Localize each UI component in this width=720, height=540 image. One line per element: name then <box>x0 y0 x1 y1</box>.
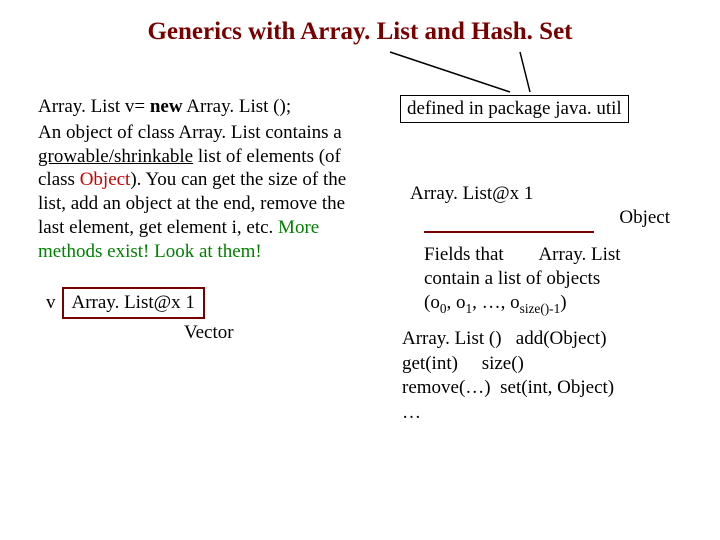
seq-mid: , …, o <box>472 292 520 313</box>
methods-list: Array. List () add(Object) get(int) size… <box>402 327 692 426</box>
seq-open: (o <box>424 292 440 313</box>
seq-c1: , o <box>446 292 465 313</box>
code-pre: Array. List v= <box>38 96 150 117</box>
divider-line <box>424 231 594 233</box>
method-get: get(int) <box>402 353 458 374</box>
pointer-arrows <box>380 42 640 102</box>
object-header: Array. List@x 1 <box>410 183 700 205</box>
code-keyword-new: new <box>150 96 183 117</box>
description-paragraph: An object of class Array. List contains … <box>38 121 348 264</box>
desc-object: Object <box>80 169 131 190</box>
methods-ellipsis: … <box>402 402 421 423</box>
variable-box-row: v Array. List@x 1 <box>38 287 348 319</box>
method-remove: remove(…) <box>402 377 491 398</box>
desc-underlined: growable/shrinkable <box>38 146 193 167</box>
variable-name: v <box>46 291 56 315</box>
desc-a: An object of class Array. List contains … <box>38 122 342 143</box>
method-size: size() <box>482 353 524 374</box>
sub-size: size()-1 <box>520 300 561 315</box>
method-ctor: Array. List () <box>402 328 502 349</box>
fields-description: Fields that Array. List contain a list o… <box>424 243 684 317</box>
left-column: Array. List v= new Array. List (); An ob… <box>38 95 348 345</box>
code-declaration: Array. List v= new Array. List (); <box>38 95 348 119</box>
seq-close: ) <box>560 292 566 313</box>
variable-value-box: Array. List@x 1 <box>62 287 205 319</box>
right-column: defined in package java. util Array. Lis… <box>400 95 700 426</box>
fields-b: contain a list of objects <box>424 268 600 289</box>
slide-title: Generics with Array. List and Hash. Set <box>0 0 720 46</box>
method-add: add(Object) <box>516 328 607 349</box>
fields-arraylist: Array. List <box>538 243 620 267</box>
object-superclass: Object <box>400 207 670 229</box>
defined-in-package-box: defined in package java. util <box>400 95 629 123</box>
method-set: set(int, Object) <box>500 377 614 398</box>
vector-label: Vector <box>184 321 348 345</box>
fields-a: Fields that <box>424 244 504 265</box>
code-post: Array. List (); <box>183 96 292 117</box>
